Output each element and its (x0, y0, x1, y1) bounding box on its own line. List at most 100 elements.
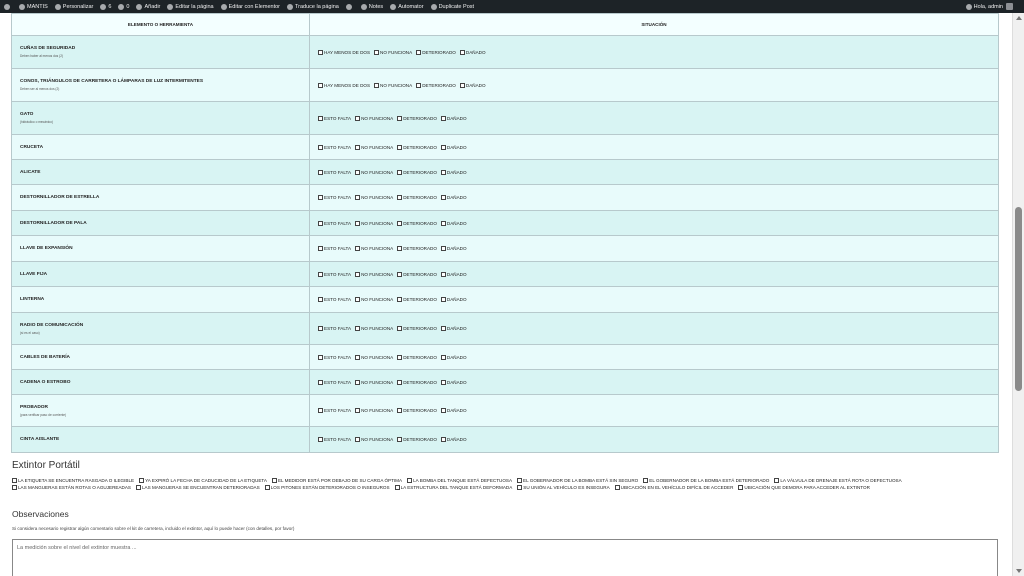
situation-option[interactable]: NO FUNCIONA (374, 82, 412, 88)
situation-option[interactable]: DETERIORADO (397, 246, 437, 251)
checkbox[interactable] (318, 169, 323, 175)
situation-option[interactable]: DETERIORADO (397, 271, 437, 277)
checkbox[interactable] (440, 326, 446, 331)
diamond-menu[interactable] (345, 3, 354, 10)
situation-option[interactable]: NO FUNCIONA (355, 297, 393, 302)
checkbox[interactable] (318, 408, 323, 413)
checkbox[interactable] (318, 49, 323, 55)
situation-option[interactable]: NO FUNCIONA (355, 169, 393, 175)
situation-option[interactable]: ESTO FALTA (318, 326, 351, 331)
situation-option[interactable]: ESTO FALTA (318, 144, 351, 150)
situation-option[interactable]: ESTO FALTA (318, 408, 351, 413)
situation-option[interactable]: NO FUNCIONA (355, 144, 393, 150)
checkbox[interactable] (440, 220, 446, 226)
checkbox[interactable] (318, 354, 323, 360)
situation-option[interactable]: ESTO FALTA (318, 354, 351, 360)
extintor-option[interactable]: LAS MANGUERAS SE ENCUENTRAN DETERIORADAS (136, 485, 260, 490)
situation-option[interactable]: DAÑADO (440, 220, 467, 226)
checkbox[interactable] (318, 437, 323, 442)
extintor-option[interactable]: SU UNIÓN AL VEHÍCULO ES INSEGURA (517, 485, 610, 490)
situation-option[interactable]: ESTO FALTA (318, 195, 351, 200)
situation-option[interactable]: DAÑADO (459, 82, 486, 88)
checkbox[interactable] (397, 220, 403, 226)
checkbox[interactable] (517, 485, 523, 490)
checkbox[interactable] (397, 271, 403, 277)
checkbox[interactable] (440, 354, 446, 360)
situation-option[interactable]: DAÑADO (440, 297, 467, 302)
situation-option[interactable]: ESTO FALTA (318, 169, 351, 175)
scroll-up-arrow-icon[interactable] (1016, 16, 1022, 20)
checkbox[interactable] (416, 82, 422, 88)
checkbox[interactable] (139, 478, 145, 483)
wordpress-logo-icon[interactable] (4, 3, 12, 10)
checkbox[interactable] (318, 144, 323, 150)
situation-option[interactable]: NO FUNCIONA (355, 115, 393, 121)
checkbox[interactable] (355, 220, 361, 226)
situation-option[interactable]: DAÑADO (440, 169, 467, 175)
checkbox[interactable] (517, 478, 523, 483)
situation-option[interactable]: NO FUNCIONA (355, 437, 393, 442)
situation-option[interactable]: DETERIORADO (397, 354, 437, 360)
checkbox[interactable] (397, 115, 403, 121)
situation-option[interactable]: ESTO FALTA (318, 437, 351, 442)
checkbox[interactable] (318, 115, 323, 121)
customize-link[interactable]: Personalizar (54, 3, 93, 10)
extintor-option[interactable]: LA VÁLVULA DE DRENAJE ESTÁ ROTA O DEFECT… (774, 478, 902, 483)
situation-option[interactable]: NO FUNCIONA (355, 379, 393, 385)
checkbox[interactable] (355, 297, 361, 302)
checkbox[interactable] (397, 144, 403, 150)
checkbox[interactable] (440, 437, 446, 442)
checkbox[interactable] (355, 169, 361, 175)
checkbox[interactable] (440, 115, 446, 121)
observaciones-textarea[interactable]: La medición sobre el nivel del extintor … (12, 539, 998, 576)
updates-link[interactable]: 6 (100, 3, 111, 10)
checkbox[interactable] (12, 478, 17, 483)
vertical-scrollbar[interactable] (1012, 13, 1024, 576)
checkbox[interactable] (397, 354, 403, 360)
checkbox[interactable] (318, 246, 323, 251)
extintor-option[interactable]: EL GOBERNADOR DE LA BOMBA ESTÁ DETERIORA… (643, 478, 769, 483)
checkbox[interactable] (355, 144, 361, 150)
checkbox[interactable] (355, 379, 361, 385)
edit-elementor-link[interactable]: Editar con Elementor (220, 3, 280, 10)
situation-option[interactable]: NO FUNCIONA (355, 408, 393, 413)
situation-option[interactable]: DETERIORADO (397, 220, 437, 226)
checkbox[interactable] (440, 297, 446, 302)
scroll-down-arrow-icon[interactable] (1016, 569, 1022, 573)
situation-option[interactable]: DAÑADO (440, 379, 467, 385)
checkbox[interactable] (397, 246, 403, 251)
situation-option[interactable]: ESTO FALTA (318, 271, 351, 277)
situation-option[interactable]: HAY MENOS DE DOS (318, 49, 370, 55)
situation-option[interactable]: DETERIORADO (397, 379, 437, 385)
comments-link[interactable]: 0 (118, 3, 129, 10)
checkbox[interactable] (440, 271, 446, 277)
scrollbar-thumb[interactable] (1015, 207, 1022, 391)
checkbox[interactable] (374, 49, 380, 55)
checkbox[interactable] (394, 485, 400, 490)
checkbox[interactable] (440, 246, 446, 251)
checkbox[interactable] (318, 297, 323, 302)
site-name-menu[interactable]: MANTIS (19, 3, 48, 10)
checkbox[interactable] (318, 379, 323, 385)
checkbox[interactable] (355, 437, 361, 442)
checkbox[interactable] (397, 437, 403, 442)
checkbox[interactable] (355, 354, 361, 360)
checkbox[interactable] (355, 408, 361, 413)
checkbox[interactable] (407, 478, 413, 483)
situation-option[interactable]: DETERIORADO (397, 144, 437, 150)
checkbox[interactable] (397, 169, 403, 175)
new-content-menu[interactable]: Añadir (136, 3, 160, 10)
checkbox[interactable] (440, 379, 446, 385)
situation-option[interactable]: NO FUNCIONA (355, 354, 393, 360)
situation-option[interactable]: DAÑADO (440, 354, 467, 360)
situation-option[interactable]: DAÑADO (440, 195, 467, 200)
checkbox[interactable] (397, 379, 403, 385)
edit-page-link[interactable]: Editar la página (167, 3, 214, 10)
extintor-option[interactable]: LAS MANGUERAS ESTÁN ROTAS O AGUJEREADAS (12, 485, 131, 490)
situation-option[interactable]: DAÑADO (440, 437, 467, 442)
checkbox[interactable] (397, 326, 403, 331)
situation-option[interactable]: ESTO FALTA (318, 220, 351, 226)
extintor-option[interactable]: EL MEDIDOR ESTÁ POR DEBAJO DE SU CARGA Ó… (271, 478, 402, 483)
extintor-option[interactable]: EL GOBERNADOR DE LA BOMBA ESTÁ SIN SEGUR… (517, 478, 638, 483)
extintor-option[interactable]: LOS PITONES ESTÁN DETERIORADOS O INSEGUR… (264, 485, 390, 490)
